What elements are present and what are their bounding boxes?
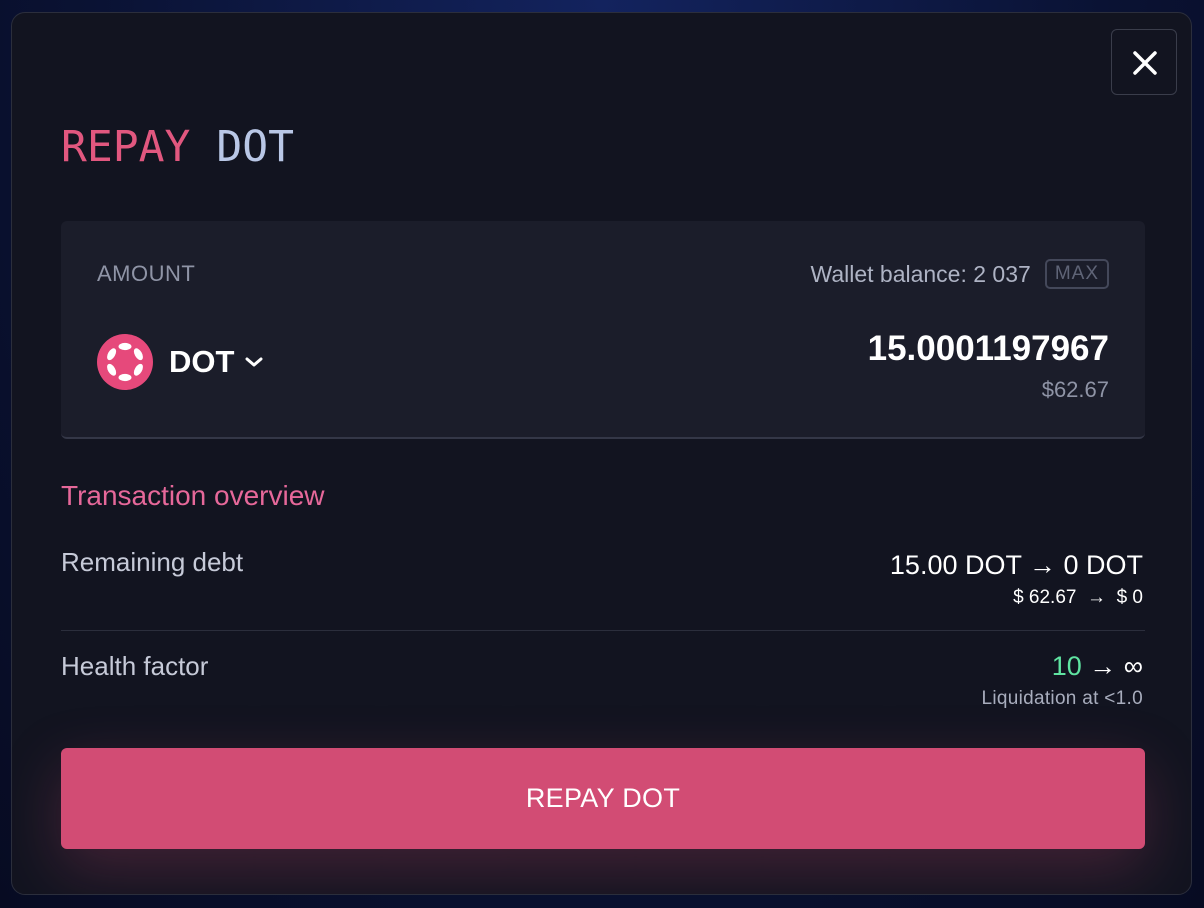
repay-button[interactable]: REPAY DOT: [61, 748, 1145, 849]
asset-symbol: DOT: [169, 344, 235, 379]
liquidation-threshold-note: Liquidation at <1.0: [981, 688, 1143, 709]
repay-modal: REPAY DOT AMOUNT Wallet balance: 2 037 M…: [11, 12, 1192, 895]
amount-panel: AMOUNT Wallet balance: 2 037 MAX DOT 15.…: [61, 221, 1145, 439]
title-action: REPAY: [61, 122, 191, 172]
amount-usd-value: $62.67: [1041, 377, 1109, 402]
title-asset: DOT: [216, 122, 295, 172]
health-factor-current: 10: [1051, 651, 1082, 681]
remaining-debt-amount: 15.00 DOT → 0 DOT: [889, 550, 1143, 580]
remaining-debt-label: Remaining debt: [61, 547, 244, 577]
health-factor-values: 10 → ∞ Liquidation at <1.0: [981, 651, 1143, 710]
row-divider: [61, 630, 1145, 631]
remaining-debt-values: 15.00 DOT → 0 DOT $ 62.67 → $ 0: [890, 550, 1143, 609]
wallet-balance: Wallet balance: 2 037 MAX: [810, 259, 1109, 289]
chevron-down-icon: [244, 355, 264, 374]
transaction-overview-title: Transaction overview: [61, 480, 325, 511]
health-factor-label: Health factor: [61, 651, 209, 681]
wallet-balance-text: Wallet balance: 2 037: [810, 260, 1031, 287]
remaining-debt-usd: $ 62.67 → $ 0: [1013, 587, 1143, 608]
health-factor-next: → ∞: [1081, 651, 1143, 681]
asset-selector[interactable]: DOT: [97, 334, 264, 390]
polkadot-icon: [97, 334, 153, 390]
modal-title: REPAY DOT: [61, 121, 294, 173]
amount-label: AMOUNT: [97, 261, 196, 286]
health-factor-change: 10 → ∞: [981, 651, 1143, 682]
max-button[interactable]: MAX: [1044, 259, 1109, 289]
close-button[interactable]: [1111, 29, 1177, 95]
amount-input[interactable]: 15.0001197967: [868, 329, 1109, 369]
